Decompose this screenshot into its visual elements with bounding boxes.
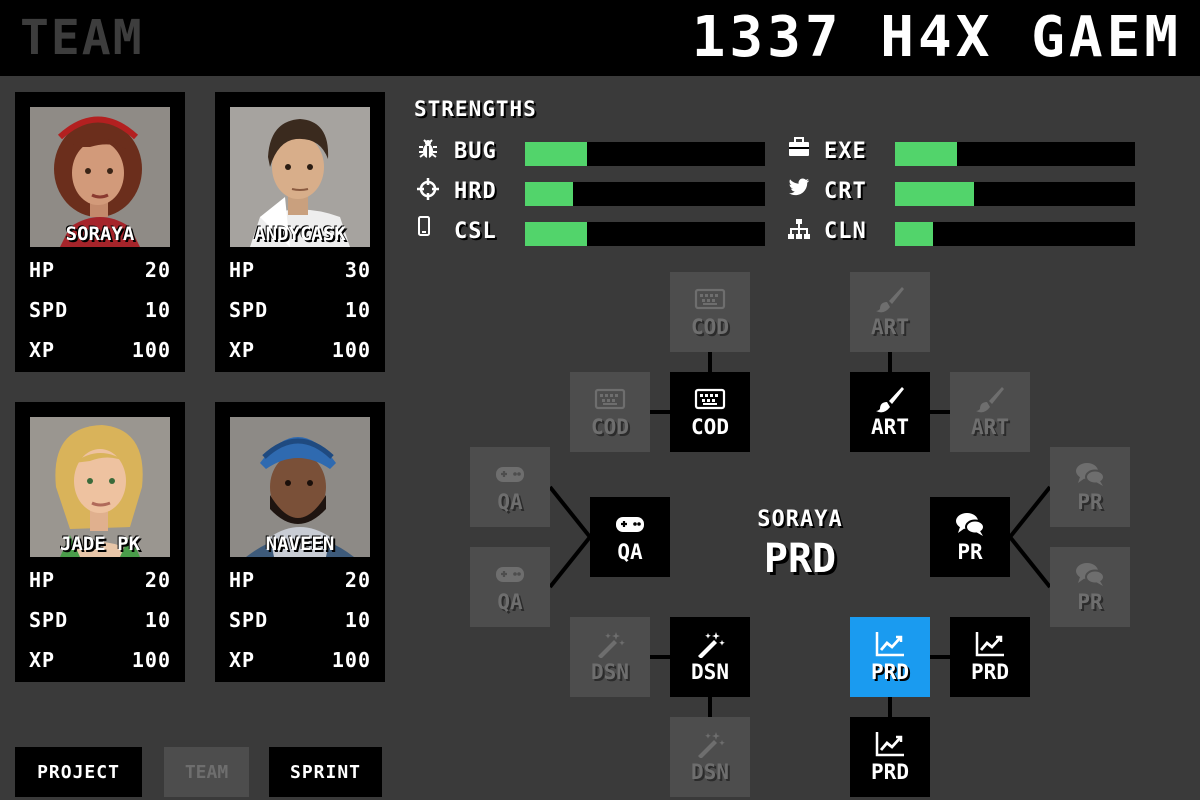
paintbrush-icon: [976, 387, 1004, 413]
strength-fill-hrd: [525, 182, 573, 206]
nav-project-button[interactable]: PROJECT: [15, 747, 142, 797]
strength-label-bug: BUG: [454, 139, 497, 164]
gamepad-icon: [616, 517, 644, 532]
nav-team-button[interactable]: TEAM: [164, 747, 249, 797]
strength-bar-crt: [895, 182, 1135, 206]
magic-wand-icon: [698, 632, 725, 658]
briefcase-icon: [785, 133, 813, 161]
strength-fill-crt: [895, 182, 975, 206]
paintbrush-icon: [876, 387, 904, 413]
paintbrush-icon: [876, 287, 904, 313]
game-title: 1337 H4X GAEM: [691, 5, 1182, 70]
comments-icon: [1076, 563, 1105, 586]
skill-node-cod-top[interactable]: COD: [670, 272, 750, 352]
strength-bar-cln: [895, 222, 1135, 246]
stat-spd: SPD 10: [229, 608, 371, 632]
skill-node-dsn-left[interactable]: DSN: [570, 617, 650, 697]
member-name: NAVEEN: [265, 533, 335, 555]
top-bar: TEAM 1337 H4X GAEM: [0, 0, 1200, 76]
keyboard-icon: [694, 288, 726, 310]
strength-fill-bug: [525, 142, 588, 166]
sitemap-icon: [785, 215, 813, 243]
twitter-icon: [785, 173, 813, 201]
skill-node-art-top[interactable]: ART: [850, 272, 930, 352]
portrait: NAVEEN: [230, 417, 370, 557]
line-chart-icon: [875, 632, 904, 657]
skill-node-art-main[interactable]: ART: [850, 372, 930, 452]
comments-icon: [956, 513, 985, 536]
skill-node-qa-upper[interactable]: QA: [470, 447, 550, 527]
character-role: PRD: [763, 536, 837, 582]
skill-node-dsn-main[interactable]: DSN: [670, 617, 750, 697]
skill-node-pr-upper[interactable]: PR: [1050, 447, 1130, 527]
strengths-title: STRENGTHS: [414, 97, 537, 121]
mobile-icon: [410, 213, 438, 241]
crosshair-icon: [414, 175, 442, 203]
bug-icon: [414, 135, 442, 163]
strength-label-crt: CRT: [824, 179, 867, 204]
line-chart-icon: [875, 732, 904, 757]
portrait: SORAYA: [30, 107, 170, 247]
skill-node-pr-lower[interactable]: PR: [1050, 547, 1130, 627]
strength-fill-csl: [525, 222, 588, 246]
keyboard-icon: [694, 388, 726, 410]
skill-node-pr-main[interactable]: PR: [930, 497, 1010, 577]
stat-xp: XP 100: [229, 648, 371, 672]
magic-wand-icon: [698, 732, 725, 758]
section-title: TEAM: [20, 10, 144, 66]
gamepad-icon: [496, 567, 524, 582]
strength-label-cln: CLN: [824, 219, 867, 244]
strength-label-csl: CSL: [454, 219, 497, 244]
skill-node-prd-bottom[interactable]: PRD: [850, 717, 930, 797]
stat-spd: SPD 10: [229, 298, 371, 322]
strength-bar-csl: [525, 222, 765, 246]
stat-hp: HP 20: [29, 568, 171, 592]
strength-label-exe: EXE: [824, 139, 867, 164]
team-card-soraya[interactable]: SORAYA HP 20 SPD 10 XP 100: [15, 92, 185, 372]
strength-label-hrd: HRD: [454, 179, 497, 204]
team-card-naveen[interactable]: NAVEEN HP 20 SPD 10 XP 100: [215, 402, 385, 682]
strength-bar-bug: [525, 142, 765, 166]
stat-hp: HP 20: [29, 258, 171, 282]
skill-node-prd-right[interactable]: PRD: [950, 617, 1030, 697]
strength-bar-hrd: [525, 182, 765, 206]
member-name: ANDYCASK: [254, 223, 346, 245]
stat-hp: HP 30: [229, 258, 371, 282]
nav-sprint-button[interactable]: SPRINT: [269, 747, 382, 797]
team-card-jade-pk[interactable]: JADE PK HP 20 SPD 10 XP 100: [15, 402, 185, 682]
stat-spd: SPD 10: [29, 298, 171, 322]
stat-hp: HP 20: [229, 568, 371, 592]
keyboard-icon: [594, 388, 626, 410]
skill-node-qa-lower[interactable]: QA: [470, 547, 550, 627]
team-card-andycask[interactable]: ANDYCASK HP 30 SPD 10 XP 100: [215, 92, 385, 372]
skill-node-cod-main[interactable]: COD: [670, 372, 750, 452]
member-name: JADE PK: [59, 533, 141, 555]
skill-node-cod-left[interactable]: COD: [570, 372, 650, 452]
strength-bar-exe: [895, 142, 1135, 166]
stat-xp: XP 100: [29, 338, 171, 362]
skill-node-prd-selected[interactable]: PRD: [850, 617, 930, 697]
portrait: ANDYCASK: [230, 107, 370, 247]
skill-node-art-right[interactable]: ART: [950, 372, 1030, 452]
magic-wand-icon: [598, 632, 625, 658]
stat-xp: XP 100: [29, 648, 171, 672]
gamepad-icon: [496, 467, 524, 482]
skill-node-dsn-bottom[interactable]: DSN: [670, 717, 750, 797]
stat-spd: SPD 10: [29, 608, 171, 632]
member-name: SORAYA: [65, 223, 135, 245]
stat-xp: XP 100: [229, 338, 371, 362]
strength-fill-exe: [895, 142, 958, 166]
skill-node-qa-main[interactable]: QA: [590, 497, 670, 577]
portrait: JADE PK: [30, 417, 170, 557]
comments-icon: [1076, 463, 1105, 486]
character-name: SORAYA: [757, 507, 843, 532]
line-chart-icon: [975, 632, 1004, 657]
strength-fill-cln: [895, 222, 934, 246]
